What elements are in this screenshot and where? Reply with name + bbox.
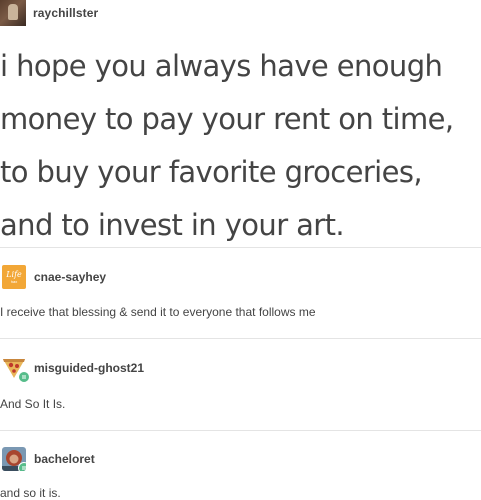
- reply-header: Life hax cnae-sayhey: [0, 264, 106, 290]
- reply-username[interactable]: bacheloret: [34, 452, 95, 466]
- divider: [0, 430, 481, 431]
- reblog-badge-icon: [18, 462, 26, 471]
- op-header: raychillster: [0, 0, 98, 26]
- reply-header: bacheloret: [0, 446, 95, 472]
- profile-photo-icon[interactable]: [2, 447, 26, 471]
- divider: [0, 247, 481, 248]
- op-text-line: to buy your favorite groceries,: [0, 155, 423, 189]
- op-text-line: i hope you always have enough: [0, 49, 443, 83]
- reblog-badge-icon: [18, 371, 30, 383]
- op-text: i hope you always have enough money to p…: [0, 40, 481, 252]
- op-avatar[interactable]: [0, 0, 26, 26]
- op-text-line: and to invest in your art.: [0, 208, 345, 242]
- life-avatar-subtext: hax: [10, 279, 18, 284]
- op-username[interactable]: raychillster: [33, 6, 98, 20]
- reply-text: I receive that blessing & send it to eve…: [0, 305, 316, 319]
- reply-username[interactable]: cnae-sayhey: [34, 270, 106, 284]
- life-avatar-text: Life: [6, 270, 22, 279]
- reply-header: misguided-ghost21: [0, 355, 144, 383]
- divider: [0, 338, 481, 339]
- pizza-slice-icon[interactable]: [2, 356, 30, 383]
- reply-username[interactable]: misguided-ghost21: [34, 361, 144, 375]
- life-hax-icon[interactable]: Life hax: [2, 265, 26, 289]
- op-text-line: money to pay your rent on time,: [0, 102, 454, 136]
- tumblr-post: raychillster i hope you always have enou…: [0, 0, 481, 500]
- reply-text: And So It Is.: [0, 397, 66, 411]
